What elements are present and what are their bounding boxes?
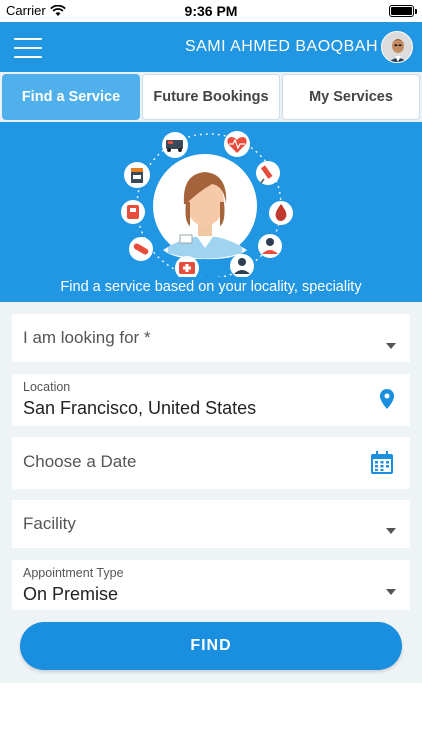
menu-icon[interactable]	[14, 38, 42, 58]
first-aid-icon	[175, 256, 199, 277]
clock: 9:36 PM	[184, 3, 238, 19]
location-field[interactable]: Location San Francisco, United States	[12, 374, 410, 426]
heart-monitor-icon	[224, 131, 250, 157]
appointment-type-label: Appointment Type	[23, 566, 124, 580]
syringe-icon	[256, 161, 280, 185]
avatar[interactable]	[381, 31, 413, 63]
search-form: I am looking for * Location San Francisc…	[0, 302, 422, 683]
battery-icon	[389, 5, 417, 17]
bottom-area	[0, 683, 422, 750]
tab-my-services[interactable]: My Services	[282, 74, 420, 120]
doctor-icon	[258, 234, 282, 258]
app-header: SAMI AHMED BAOQBAH	[0, 22, 422, 72]
chevron-down-icon	[386, 589, 396, 595]
tab-bar: Find a Service Future Bookings My Servic…	[0, 72, 422, 122]
hero-illustration	[121, 131, 293, 277]
date-picker-field[interactable]: Choose a Date	[12, 437, 410, 489]
location-value: San Francisco, United States	[23, 398, 257, 418]
hero-caption: Find a service based on your locality, s…	[60, 279, 362, 295]
blood-drop-icon	[269, 201, 293, 225]
location-label: Location	[23, 380, 71, 394]
find-button[interactable]: FIND	[20, 622, 402, 670]
facility-select[interactable]: Facility	[12, 500, 410, 548]
battery-indicator	[389, 5, 417, 17]
chevron-down-icon	[386, 528, 396, 534]
facility-label: Facility	[23, 514, 76, 533]
date-label: Choose a Date	[23, 452, 137, 471]
blood-bag-icon	[121, 200, 145, 224]
location-pin-icon[interactable]	[379, 389, 395, 409]
calendar-icon[interactable]	[370, 451, 394, 475]
looking-for-select[interactable]: I am looking for *	[12, 314, 410, 362]
user-name[interactable]: SAMI AHMED BAOQBAH	[185, 38, 378, 56]
looking-for-label: I am looking for *	[23, 328, 151, 347]
ambulance-icon	[162, 132, 188, 158]
medicine-jar-icon	[124, 162, 150, 188]
patient-icon	[230, 254, 254, 277]
tab-future-bookings[interactable]: Future Bookings	[142, 74, 280, 120]
pill-icon	[129, 237, 153, 261]
hero-banner: Find a service based on your locality, s…	[0, 122, 422, 302]
nurse-icon	[153, 154, 257, 260]
appointment-type-value: On Premise	[23, 584, 119, 604]
chevron-down-icon	[386, 343, 396, 349]
appointment-type-select[interactable]: Appointment Type On Premise	[12, 560, 410, 610]
tab-find-a-service[interactable]: Find a Service	[2, 74, 140, 120]
status-bar: Carrier 9:36 PM	[0, 0, 422, 22]
